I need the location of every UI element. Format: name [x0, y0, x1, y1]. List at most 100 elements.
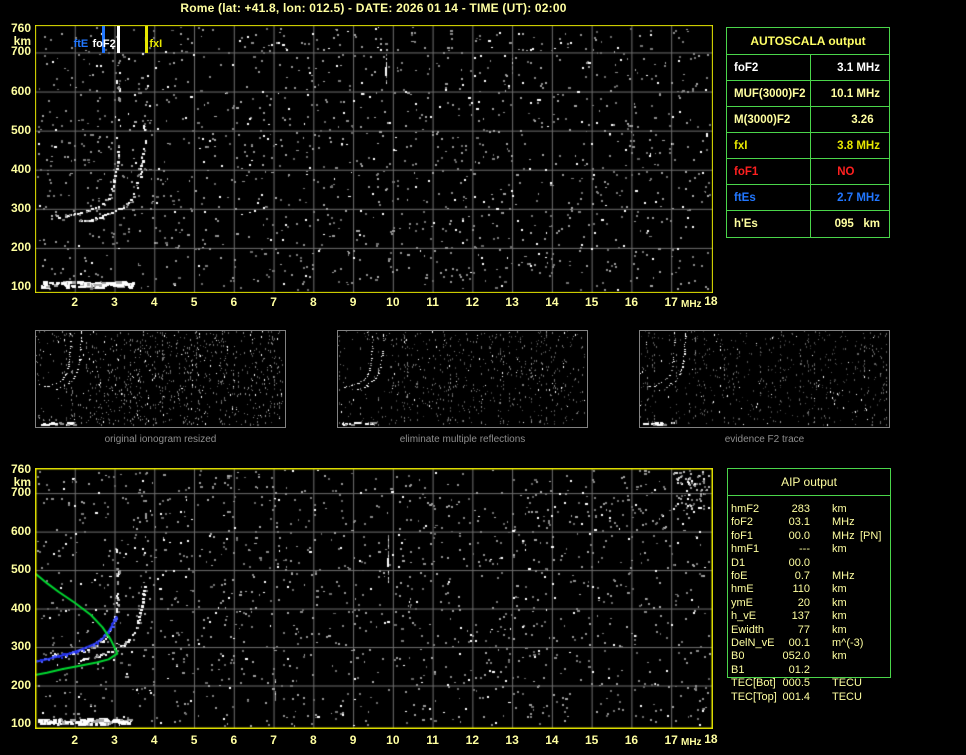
y-axis-label: 300 [10, 200, 31, 215]
y-axis-label: 300 [10, 639, 31, 654]
parameter-value: 095 km [834, 218, 880, 230]
parameter-value: 3.8 MHz [837, 140, 880, 152]
aip-value: 00.0 [788, 556, 810, 569]
parameter-row: ftEs 2.7 MHz [727, 185, 889, 211]
aip-row: D1 00.0 [727, 557, 902, 570]
parameter-value: 10.1 MHz [830, 88, 880, 100]
aip-label: B1 [731, 663, 745, 676]
x-axis-label: 3 [111, 295, 118, 309]
parameter-label: fxI [727, 133, 811, 158]
y-axis-label: 700 [10, 485, 31, 500]
aip-row: Ewidth 77 km [727, 624, 902, 637]
y-axis-label: 200 [10, 677, 31, 692]
aip-label: B0 [731, 650, 745, 663]
aip-unit: MHz [832, 529, 855, 542]
aip-label: Ewidth [731, 623, 765, 636]
parameter-label: h'Es [727, 211, 811, 237]
aip-unit: km [832, 503, 847, 515]
aip-panel-title: AIP output [728, 469, 890, 496]
parameter-row: h'Es 095 km [727, 211, 889, 237]
aip-parameter-list: hmF2 283 km foF2 03.1 MHz foF1 00.0 MHz [PN] hmF1 -… [727, 503, 902, 703]
x-axis-label: 14 [545, 295, 559, 309]
aip-label: hmF2 [731, 503, 760, 515]
autoscala-panel-title: AUTOSCALA output [727, 28, 889, 55]
x-axis-label: 7 [270, 295, 277, 309]
aip-label: foF2 [731, 516, 754, 529]
aip-unit: TECU [832, 677, 862, 690]
aip-label: foE [731, 570, 748, 582]
x-axis-label: 13 [505, 295, 519, 309]
fte-marker-label: ftE [73, 38, 89, 50]
fof2-marker-label: foF2 [92, 38, 116, 50]
thumbnail-ionogram-1 [337, 330, 588, 428]
thumbnail-ionogram-2 [639, 330, 890, 428]
y-axis-label: 600 [10, 83, 31, 98]
aip-flag: [PN] [860, 529, 882, 542]
aip-row: ymE 20 km [727, 597, 902, 610]
fof2-marker-line [117, 26, 121, 53]
x-axis-end-label: 18 [704, 294, 718, 308]
x-axis-label: 14 [545, 733, 559, 747]
aip-label: hmF1 [731, 543, 760, 556]
aip-value: 283 [791, 503, 810, 515]
parameter-row: MUF(3000)F2 10.1 MHz [727, 81, 889, 107]
parameter-label: ftEs [727, 185, 811, 210]
parameter-row: M(3000)F2 3.26 [727, 107, 889, 133]
aip-row: TEC[Bot] 000.5 TECU [727, 677, 902, 690]
aip-value: 001.4 [782, 690, 810, 703]
y-axis-label: 400 [10, 161, 31, 176]
aip-unit: km [832, 610, 847, 623]
aip-row: TEC[Top] 001.4 TECU [727, 691, 902, 704]
x-axis-label: 2 [71, 295, 79, 309]
thumbnail-caption: evidence F2 trace [724, 434, 805, 445]
top-ionogram-plot [35, 25, 713, 293]
aip-value: 77 [797, 623, 810, 636]
x-axis-label: 11 [426, 295, 439, 309]
x-axis-label: 10 [386, 733, 400, 747]
x-axis-label: 2 [71, 733, 79, 747]
y-axis-label: 600 [10, 523, 31, 538]
y-axis-label: 100 [10, 716, 31, 730]
aip-unit: km [832, 650, 847, 663]
bottom-ionogram-plot [35, 468, 713, 729]
aip-value: 20 [797, 596, 810, 609]
parameter-row: foF1 NO [727, 159, 889, 185]
aip-value: 0.7 [794, 570, 810, 582]
aip-row: h_vE 137 km [727, 610, 902, 623]
aip-row: hmF1 --- km [727, 543, 902, 556]
x-axis-label: 5 [190, 733, 198, 747]
fxi-marker-line [145, 26, 149, 53]
x-axis-label: 16 [624, 733, 639, 747]
y-axis-label: 500 [10, 122, 31, 137]
station-header: Rome (lat: +41.8, lon: 012.5) - DATE: 20… [180, 1, 567, 15]
aip-value: 03.1 [788, 516, 810, 529]
x-axis-label: 4 [150, 295, 158, 309]
aip-row: hmF2 283 km [727, 503, 902, 516]
x-axis-label: 7 [270, 733, 277, 747]
x-axis-label: 13 [505, 733, 519, 747]
aip-row: foF1 00.0 MHz [PN] [727, 530, 902, 543]
fxi-marker-label: fxI [149, 38, 163, 50]
x-axis-label: 15 [584, 295, 599, 309]
aip-row: foF2 03.1 MHz [727, 516, 902, 529]
aip-row: B1 01.2 [727, 664, 902, 677]
aip-row: foE 0.7 MHz [727, 570, 902, 583]
autoscala-app-window: { "title": "Rome (lat: +41.8, lon: 012.5… [0, 0, 966, 755]
x-axis-label: 3 [111, 733, 118, 747]
y-axis-label: 200 [10, 239, 31, 254]
aip-unit: km [832, 543, 847, 556]
x-axis-label: 9 [349, 733, 357, 747]
aip-value: 137 [791, 610, 810, 623]
aip-label: foF1 [731, 529, 754, 542]
thumbnail-ionogram-0 [35, 330, 286, 428]
thumbnail-caption: eliminate multiple reflections [399, 434, 526, 445]
x-axis-label: 8 [309, 733, 317, 747]
aip-value: 00.1 [788, 637, 810, 649]
x-axis-label: 6 [230, 733, 238, 747]
aip-unit: TECU [832, 690, 862, 703]
parameter-label: foF1 [727, 159, 811, 184]
aip-label: hmE [731, 583, 754, 596]
aip-unit: km [832, 623, 847, 636]
x-axis-label: 5 [190, 295, 198, 309]
parameter-value: 3.1 MHz [837, 62, 880, 74]
